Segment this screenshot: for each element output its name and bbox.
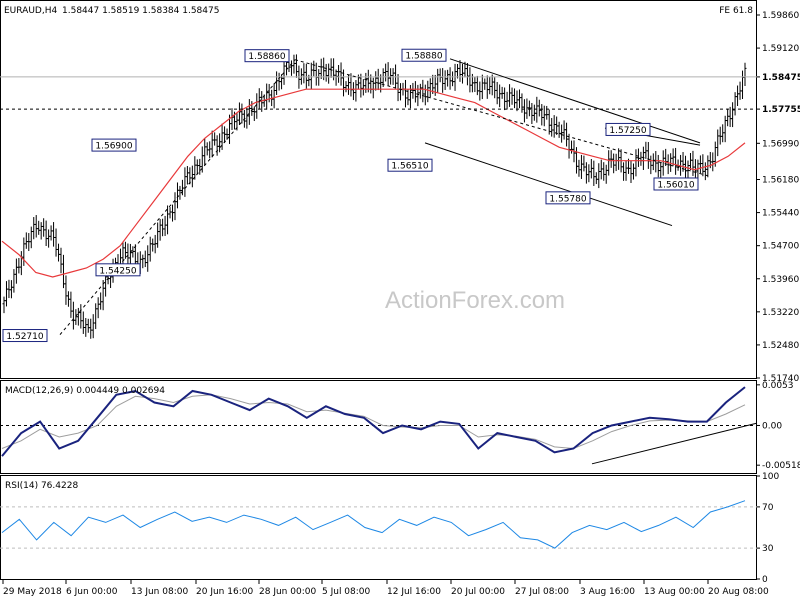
price-panel[interactable] bbox=[0, 0, 757, 379]
annotation-label: 1.55780 bbox=[549, 194, 586, 204]
time-axis-label: 29 May 2018 bbox=[3, 587, 62, 597]
rsi-panel[interactable] bbox=[0, 475, 757, 580]
price-axis-label: 1.59860 bbox=[762, 11, 799, 21]
price-axis-label: 1.55440 bbox=[762, 209, 799, 219]
rsi-title: RSI(14) 76.4228 bbox=[5, 481, 78, 491]
time-axis-label: 12 Jul 16:00 bbox=[387, 587, 441, 597]
annotation-label: 1.54250 bbox=[99, 266, 136, 276]
annotation-label: 1.57250 bbox=[609, 126, 646, 136]
price-annotation: 1.56010 bbox=[653, 177, 699, 191]
price-annotation: 1.58880 bbox=[401, 48, 447, 62]
price-axis-label: 1.56180 bbox=[762, 176, 799, 186]
price-annotation: 1.56900 bbox=[91, 138, 137, 152]
annotation-label: 1.56510 bbox=[391, 162, 428, 172]
time-axis-label: 13 Jun 08:00 bbox=[131, 587, 188, 597]
time-axis-label: 3 Aug 16:00 bbox=[580, 587, 635, 597]
time-axis-label: 6 Jun 00:00 bbox=[66, 587, 118, 597]
ohlc-readout: 1.58447 1.58519 1.58384 1.58475 bbox=[62, 6, 219, 16]
time-axis-label: 5 Jul 08:00 bbox=[322, 587, 371, 597]
rsi-axis-label: 70 bbox=[762, 503, 774, 513]
time-axis-label: 20 Aug 08:00 bbox=[708, 587, 769, 597]
price-axis-label: 1.57755 bbox=[762, 105, 800, 115]
annotation-label: 1.58860 bbox=[248, 52, 285, 62]
chart-canvas: ActionForex.com 1.58860 1.58880 1.56900 1.5… bbox=[0, 0, 800, 597]
price-axis-label: 1.53960 bbox=[762, 275, 799, 285]
price-annotation: 1.58860 bbox=[244, 49, 290, 63]
time-axis-label: 13 Aug 00:00 bbox=[644, 587, 705, 597]
chart-symbol: EURAUD,H4 bbox=[4, 6, 57, 16]
price-annotation: 1.56510 bbox=[387, 158, 433, 172]
time-axis-label: 27 Jul 08:00 bbox=[515, 587, 569, 597]
annotation-label: 1.58880 bbox=[405, 52, 442, 62]
rsi-axis-label: 0 bbox=[762, 575, 768, 585]
price-axis-label: 1.56990 bbox=[762, 139, 799, 149]
time-axis-label: 20 Jul 00:00 bbox=[451, 587, 505, 597]
rsi-axis-label: 100 bbox=[762, 472, 779, 482]
annotation-label: 1.52710 bbox=[6, 332, 43, 342]
fib-tag: FE 61.8 bbox=[719, 6, 753, 16]
price-axis-label: 1.54700 bbox=[762, 242, 799, 252]
price-annotation: 1.55780 bbox=[545, 191, 591, 205]
macd-axis-label: 0.00 bbox=[762, 421, 782, 431]
price-annotation: 1.54250 bbox=[95, 263, 141, 277]
rsi-axis-label: 30 bbox=[762, 544, 774, 554]
time-axis-label: 20 Jun 16:00 bbox=[196, 587, 253, 597]
macd-axis-label: 0.0053 bbox=[762, 381, 794, 391]
macd-axis-label: -0.00518 bbox=[762, 461, 800, 471]
annotation-label: 1.56010 bbox=[657, 180, 694, 190]
price-axis-label: 1.52480 bbox=[762, 341, 799, 351]
price-annotation: 1.57250 bbox=[605, 122, 651, 136]
price-annotation: 1.52710 bbox=[2, 329, 48, 343]
price-axis-label: 1.58475 bbox=[762, 73, 800, 83]
time-axis-label: 28 Jun 00:00 bbox=[259, 587, 316, 597]
macd-title: MACD(12,26,9) 0.004449 0.002694 bbox=[5, 386, 165, 396]
annotation-label: 1.56900 bbox=[95, 142, 132, 152]
price-axis-label: 1.53220 bbox=[762, 308, 799, 318]
price-axis-label: 1.59120 bbox=[762, 44, 799, 54]
watermark: ActionForex.com bbox=[385, 287, 565, 314]
